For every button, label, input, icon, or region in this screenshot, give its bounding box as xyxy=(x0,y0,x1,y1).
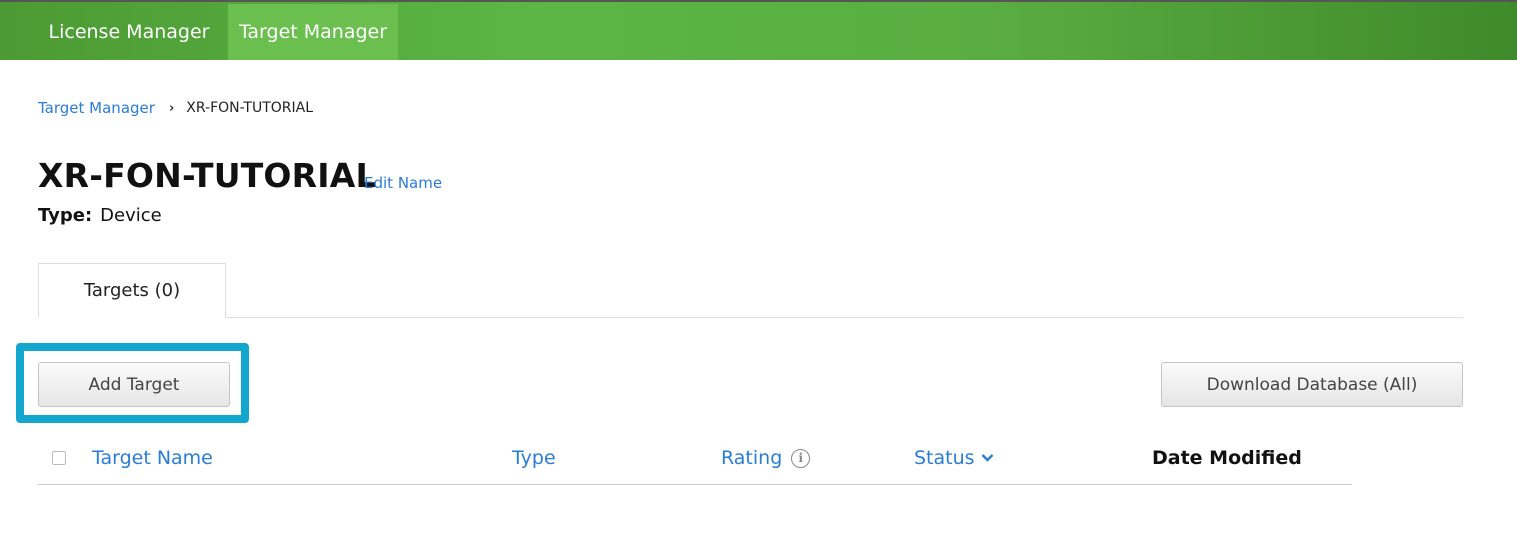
breadcrumb-current: XR-FON-TUTORIAL xyxy=(186,100,314,116)
breadcrumb-separator: › xyxy=(168,100,175,116)
type-label: Type: xyxy=(38,205,93,226)
info-icon[interactable]: i xyxy=(791,448,811,468)
edit-name-link[interactable]: Edit Name xyxy=(364,174,442,192)
top-nav-bar: License Manager Target Manager xyxy=(0,0,1517,60)
tab-targets[interactable]: Targets (0) xyxy=(38,263,226,318)
column-label: Type xyxy=(512,447,556,469)
column-label: Target Name xyxy=(92,447,213,469)
table-header: Target Name Type Rating i Status Date Mo… xyxy=(38,440,1352,485)
page-title: XR-FON-TUTORIAL xyxy=(38,156,377,195)
download-database-button[interactable]: Download Database (All) xyxy=(1161,362,1463,407)
database-type: Type: Device xyxy=(38,205,162,226)
breadcrumb-link-target-manager[interactable]: Target Manager xyxy=(38,99,155,117)
type-value: Device xyxy=(100,205,162,226)
column-status[interactable]: Status xyxy=(914,447,994,469)
column-label: Rating xyxy=(721,447,783,469)
add-target-button[interactable]: Add Target xyxy=(38,362,230,407)
chevron-down-icon[interactable] xyxy=(981,453,994,463)
column-label: Date Modified xyxy=(1152,447,1302,469)
nav-target-manager[interactable]: Target Manager xyxy=(228,4,398,60)
column-target-name[interactable]: Target Name xyxy=(92,447,213,469)
column-type[interactable]: Type xyxy=(512,447,556,469)
tab-divider xyxy=(38,317,1463,318)
select-all-checkbox[interactable] xyxy=(52,451,66,465)
column-rating[interactable]: Rating i xyxy=(721,447,811,469)
breadcrumb: Target Manager › XR-FON-TUTORIAL xyxy=(38,97,313,119)
column-date-modified: Date Modified xyxy=(1152,447,1302,469)
nav-license-manager[interactable]: License Manager xyxy=(38,4,220,60)
column-label: Status xyxy=(914,447,975,469)
